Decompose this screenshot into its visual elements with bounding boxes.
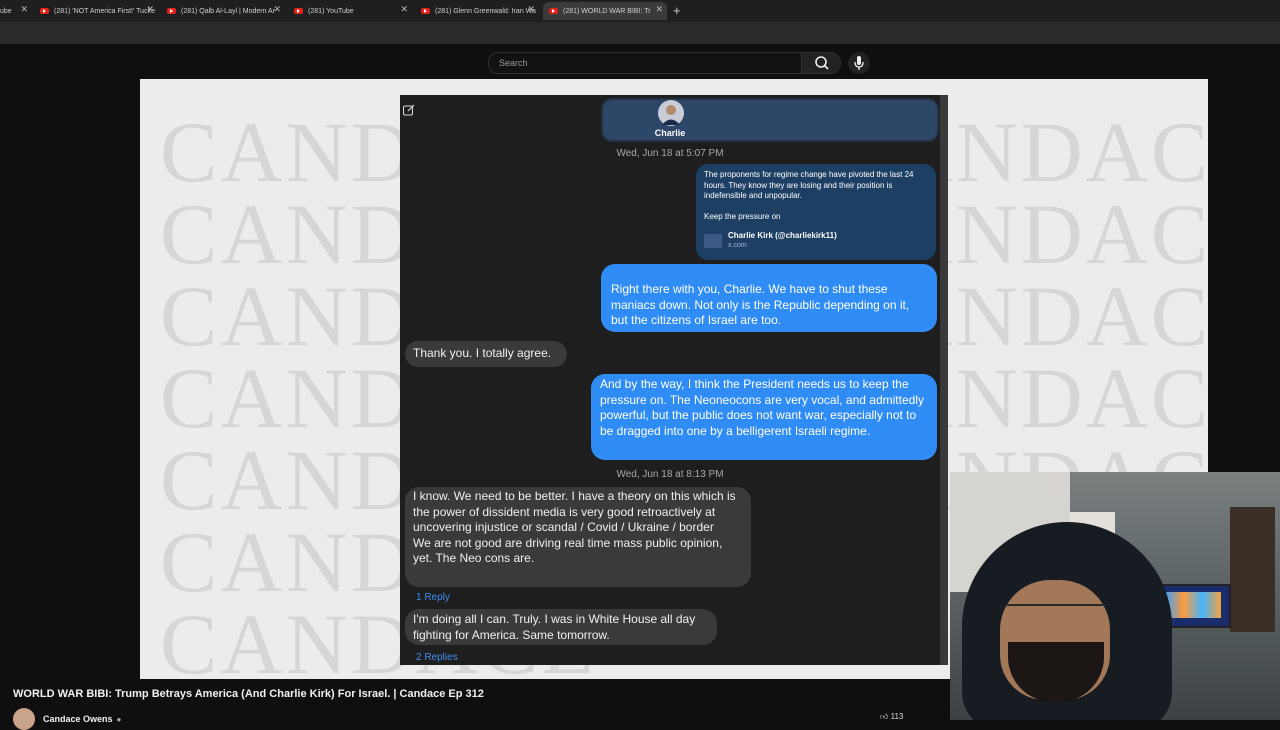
tab-active[interactable]: (281) WORLD WAR BIBI: Tr ✕: [543, 2, 667, 20]
link-thumbnail: [704, 234, 722, 248]
timestamp: Wed, Jun 18 at 8:13 PM: [616, 469, 724, 480]
glasses: [1005, 604, 1105, 626]
message-text: The proponents for regime change have pi…: [704, 170, 914, 221]
video-title: WORLD WAR BIBI: Trump Betrays America (A…: [13, 688, 484, 700]
tab-tucker[interactable]: (281) 'NOT America First!' Tucke ✕: [40, 2, 158, 20]
like-button[interactable]: 👍︎ 113: [880, 712, 903, 722]
link-preview-message[interactable]: The proponents for regime change have pi…: [696, 164, 936, 260]
close-icon[interactable]: ✕: [655, 4, 663, 15]
thread-replies-link[interactable]: 1 Reply: [416, 592, 450, 603]
browser-tab-strip: ube ✕ (281) 'NOT America First!' Tucke ✕…: [0, 0, 1280, 22]
youtube-icon: [294, 8, 303, 14]
tab-title: (281) Qalb Al-Layl | Modern Ar: [181, 7, 276, 15]
close-icon[interactable]: ✕: [527, 4, 535, 15]
contact-avatar: [658, 100, 684, 126]
received-message[interactable]: Thank you. I totally agree.: [405, 341, 567, 367]
tab-title: (281) 'NOT America First!' Tucke: [54, 7, 155, 15]
sent-message[interactable]: Right there with you, Charlie. We have t…: [601, 264, 937, 332]
contact-name: Charlie: [654, 128, 686, 138]
close-icon[interactable]: ✕: [273, 4, 281, 15]
close-icon[interactable]: ✕: [20, 4, 28, 15]
webcam-overlay: [950, 472, 1280, 720]
tab-title: (281) YouTube: [308, 7, 354, 15]
youtube-icon: [549, 8, 558, 14]
tab-youtube[interactable]: (281) YouTube ✕: [294, 2, 412, 20]
channel-name[interactable]: Candace Owens: [43, 714, 113, 724]
voice-search-button[interactable]: [848, 52, 870, 74]
channel-avatar[interactable]: [13, 708, 35, 730]
browser-toolbar: [0, 22, 1280, 45]
bookshelf: [1230, 507, 1275, 632]
youtube-header: [0, 44, 1280, 79]
tab-title: (281) WORLD WAR BIBI: Tr: [563, 7, 651, 15]
youtube-icon: [40, 8, 49, 14]
microphone-icon: [854, 56, 864, 70]
tab-partial[interactable]: ube ✕: [0, 2, 32, 20]
tab-title: ube: [0, 7, 12, 15]
received-message[interactable]: I'm doing all I can. Truly. I was in Whi…: [405, 609, 717, 645]
link-title: Charlie Kirk (@charliekirk11): [728, 230, 837, 240]
tab-qalb[interactable]: (281) Qalb Al-Layl | Modern Ar ✕: [167, 2, 285, 20]
youtube-icon: [421, 8, 430, 14]
search-button[interactable]: [801, 52, 841, 74]
sent-message[interactable]: And by the way, I think the President ne…: [591, 374, 937, 460]
search-box: [488, 52, 803, 74]
close-icon[interactable]: ✕: [400, 4, 408, 15]
verified-icon: ●: [116, 714, 122, 724]
channel-info[interactable]: Candace Owens ●: [13, 708, 121, 730]
youtube-icon: [167, 8, 176, 14]
thread-replies-link[interactable]: 2 Replies: [416, 652, 458, 663]
new-tab-button[interactable]: +: [673, 3, 681, 18]
search-input[interactable]: [489, 54, 799, 72]
close-icon[interactable]: ✕: [146, 4, 154, 15]
link-domain: x.com: [728, 242, 747, 249]
search-icon: [815, 56, 829, 70]
compose-icon: [403, 104, 415, 116]
link-preview[interactable]: Charlie Kirk (@charliekirk11) x.com: [704, 231, 928, 252]
timestamp: Wed, Jun 18 at 5:07 PM: [616, 148, 724, 159]
received-message[interactable]: I know. We need to be better. I have a t…: [405, 487, 751, 587]
tab-greenwald[interactable]: (281) Glenn Greenwald: Iran Wa ✕: [421, 2, 539, 20]
tab-title: (281) Glenn Greenwald: Iran Wa: [435, 7, 536, 15]
